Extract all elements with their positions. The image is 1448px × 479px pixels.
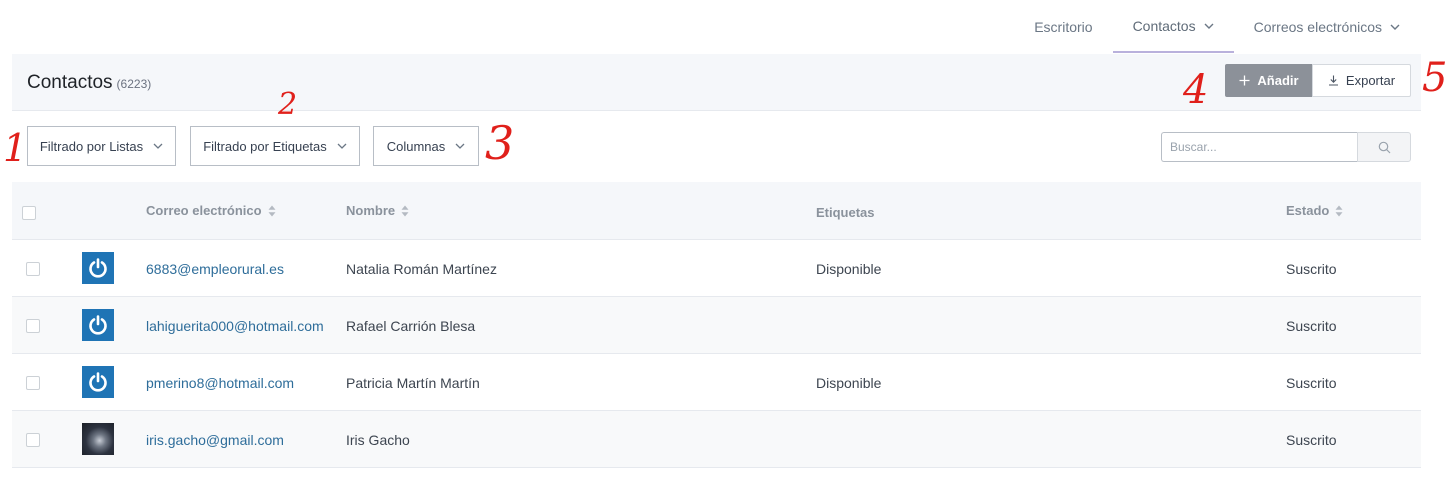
row-checkbox[interactable] [26, 262, 40, 276]
sort-icon [401, 205, 409, 216]
top-navigation: Escritorio Contactos Correos electrónico… [1014, 0, 1420, 53]
column-header-label: Correo electrónico [146, 203, 262, 218]
sort-icon [1335, 205, 1343, 216]
filter-label: Filtrado por Listas [39, 138, 144, 154]
row-checkbox[interactable] [26, 433, 40, 447]
search-button[interactable] [1357, 132, 1411, 162]
chevron-down-icon [1390, 24, 1400, 30]
table-row[interactable]: iris.gacho@gmail.com Iris Gacho Suscrito [12, 411, 1421, 468]
column-header-label: Estado [1286, 203, 1330, 218]
search-icon [1378, 141, 1390, 153]
power-icon [89, 315, 107, 335]
row-checkbox[interactable] [26, 376, 40, 390]
contact-status: Suscrito [1286, 261, 1337, 277]
contact-email-link[interactable]: iris.gacho@gmail.com [146, 432, 284, 448]
table-header: Correo electrónico Nombre Etiquetas Esta… [12, 182, 1421, 240]
annotation-4: 4 [1183, 67, 1209, 113]
columns-dropdown[interactable]: Columnas [373, 126, 479, 166]
contact-tags: Disponible [816, 261, 882, 277]
download-icon [1328, 75, 1338, 86]
nav-item-correos[interactable]: Correos electrónicos [1234, 0, 1420, 53]
filter-by-tags-dropdown[interactable]: Filtrado por Etiquetas [190, 126, 360, 166]
select-all-checkbox[interactable] [22, 206, 36, 220]
table-row[interactable]: 6883@empleorural.es Natalia Román Martín… [12, 240, 1421, 297]
contact-email-link[interactable]: pmerino8@hotmail.com [146, 375, 294, 391]
plus-icon [1239, 75, 1250, 86]
row-checkbox[interactable] [26, 319, 40, 333]
filter-by-lists-dropdown[interactable]: Filtrado por Listas [27, 126, 176, 166]
annotation-3: 3 [485, 116, 515, 170]
contact-status: Suscrito [1286, 375, 1337, 391]
nav-item-contactos[interactable]: Contactos [1112, 0, 1234, 53]
contacts-table: Correo electrónico Nombre Etiquetas Esta… [12, 182, 1421, 468]
contact-status: Suscrito [1286, 432, 1337, 448]
contact-name: Natalia Román Martínez [346, 261, 497, 277]
column-header-tags: Etiquetas [816, 205, 875, 220]
contact-count: (6223) [116, 77, 152, 91]
contact-name: Iris Gacho [346, 432, 410, 448]
add-button[interactable]: Añadir [1225, 64, 1313, 97]
contact-email-link[interactable]: lahiguerita000@hotmail.com [146, 318, 324, 334]
avatar [82, 252, 114, 284]
column-header-status[interactable]: Estado [1286, 203, 1343, 218]
contact-status: Suscrito [1286, 318, 1337, 334]
search-box [1161, 132, 1411, 162]
power-icon [89, 258, 107, 278]
page-header: Contactos (6223) Añadir Exportar [12, 54, 1421, 111]
page-title-text: Contactos [27, 72, 113, 93]
nav-item-escritorio[interactable]: Escritorio [1014, 0, 1112, 53]
table-row[interactable]: pmerino8@hotmail.com Patricia Martín Mar… [12, 354, 1421, 411]
chevron-down-icon [337, 143, 347, 149]
avatar [82, 309, 114, 341]
contact-email-link[interactable]: 6883@empleorural.es [146, 261, 284, 277]
export-button[interactable]: Exportar [1312, 64, 1411, 97]
nav-item-label: Escritorio [1034, 18, 1093, 35]
chevron-down-icon [1204, 23, 1214, 29]
annotation-5: 5 [1422, 55, 1448, 101]
search-input[interactable] [1161, 132, 1357, 162]
contact-name: Patricia Martín Martín [346, 375, 480, 391]
nav-item-label: Contactos [1132, 17, 1196, 34]
column-header-name[interactable]: Nombre [346, 203, 409, 218]
avatar [82, 366, 114, 398]
annotation-1: 1 [3, 126, 28, 170]
column-header-email[interactable]: Correo electrónico [146, 203, 276, 218]
filter-label: Columnas [386, 138, 446, 154]
export-button-label: Exportar [1345, 73, 1396, 88]
column-header-label: Nombre [346, 203, 396, 218]
avatar-photo [82, 423, 114, 455]
table-row[interactable]: lahiguerita000@hotmail.com Rafael Carrió… [12, 297, 1421, 354]
chevron-down-icon [153, 143, 163, 149]
column-header-label: Etiquetas [816, 205, 875, 220]
add-button-label: Añadir [1257, 73, 1299, 88]
contact-tags: Disponible [816, 375, 882, 391]
sort-icon [268, 205, 276, 216]
page-title: Contactos (6223) [27, 72, 151, 94]
annotation-2: 2 [278, 87, 298, 122]
power-icon [89, 372, 107, 392]
contact-name: Rafael Carrión Blesa [346, 318, 476, 334]
filter-label: Filtrado por Etiquetas [203, 138, 327, 154]
nav-item-label: Correos electrónicos [1253, 18, 1382, 35]
chevron-down-icon [455, 143, 465, 149]
